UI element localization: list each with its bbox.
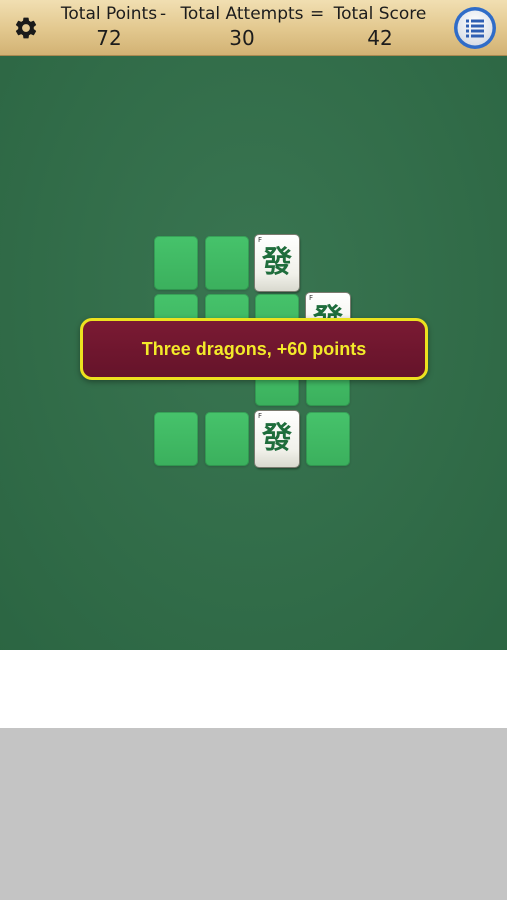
tile-corner-label: F bbox=[258, 412, 263, 420]
banner-message: Three dragons, +60 points bbox=[141, 338, 367, 359]
tile-green-dragon[interactable]: F 發 bbox=[255, 235, 299, 291]
menu-button[interactable] bbox=[452, 5, 498, 51]
tile-slot[interactable] bbox=[205, 412, 249, 466]
total-score: Total Score 42 bbox=[328, 3, 432, 51]
total-points-label: Total Points bbox=[60, 4, 158, 24]
score-message-banner: Three dragons, +60 points bbox=[80, 318, 428, 380]
total-score-label: Total Score bbox=[333, 4, 427, 24]
total-points-value: 72 bbox=[96, 26, 122, 50]
total-attempts-label: Total Attempts bbox=[180, 4, 304, 24]
total-points: Total Points 72 bbox=[54, 3, 164, 51]
green-dragon-glyph: 發 bbox=[262, 421, 292, 456]
tile-slot[interactable] bbox=[306, 412, 350, 466]
tile-slot[interactable] bbox=[205, 236, 249, 290]
tile-corner-label: F bbox=[309, 294, 314, 302]
tile-slot[interactable] bbox=[154, 412, 198, 466]
tile-green-dragon[interactable]: F 發 bbox=[255, 411, 299, 467]
gear-icon bbox=[15, 17, 37, 39]
total-score-value: 42 bbox=[367, 26, 393, 50]
minus-separator: - bbox=[160, 4, 167, 24]
list-menu-icon bbox=[454, 7, 496, 49]
ad-area bbox=[0, 650, 507, 728]
tile-slot[interactable] bbox=[154, 236, 198, 290]
total-attempts: Total Attempts 30 bbox=[176, 3, 308, 51]
settings-button[interactable] bbox=[8, 10, 44, 46]
tile-corner-label: F bbox=[258, 236, 263, 244]
score-bar: Total Points 72 - Total Attempts 30 = To… bbox=[0, 0, 507, 56]
green-dragon-glyph: 發 bbox=[262, 245, 292, 280]
equals-separator: = bbox=[310, 4, 325, 24]
game-screen: Total Points 72 - Total Attempts 30 = To… bbox=[0, 0, 507, 900]
total-attempts-value: 30 bbox=[229, 26, 255, 50]
bottom-panel bbox=[0, 728, 507, 900]
